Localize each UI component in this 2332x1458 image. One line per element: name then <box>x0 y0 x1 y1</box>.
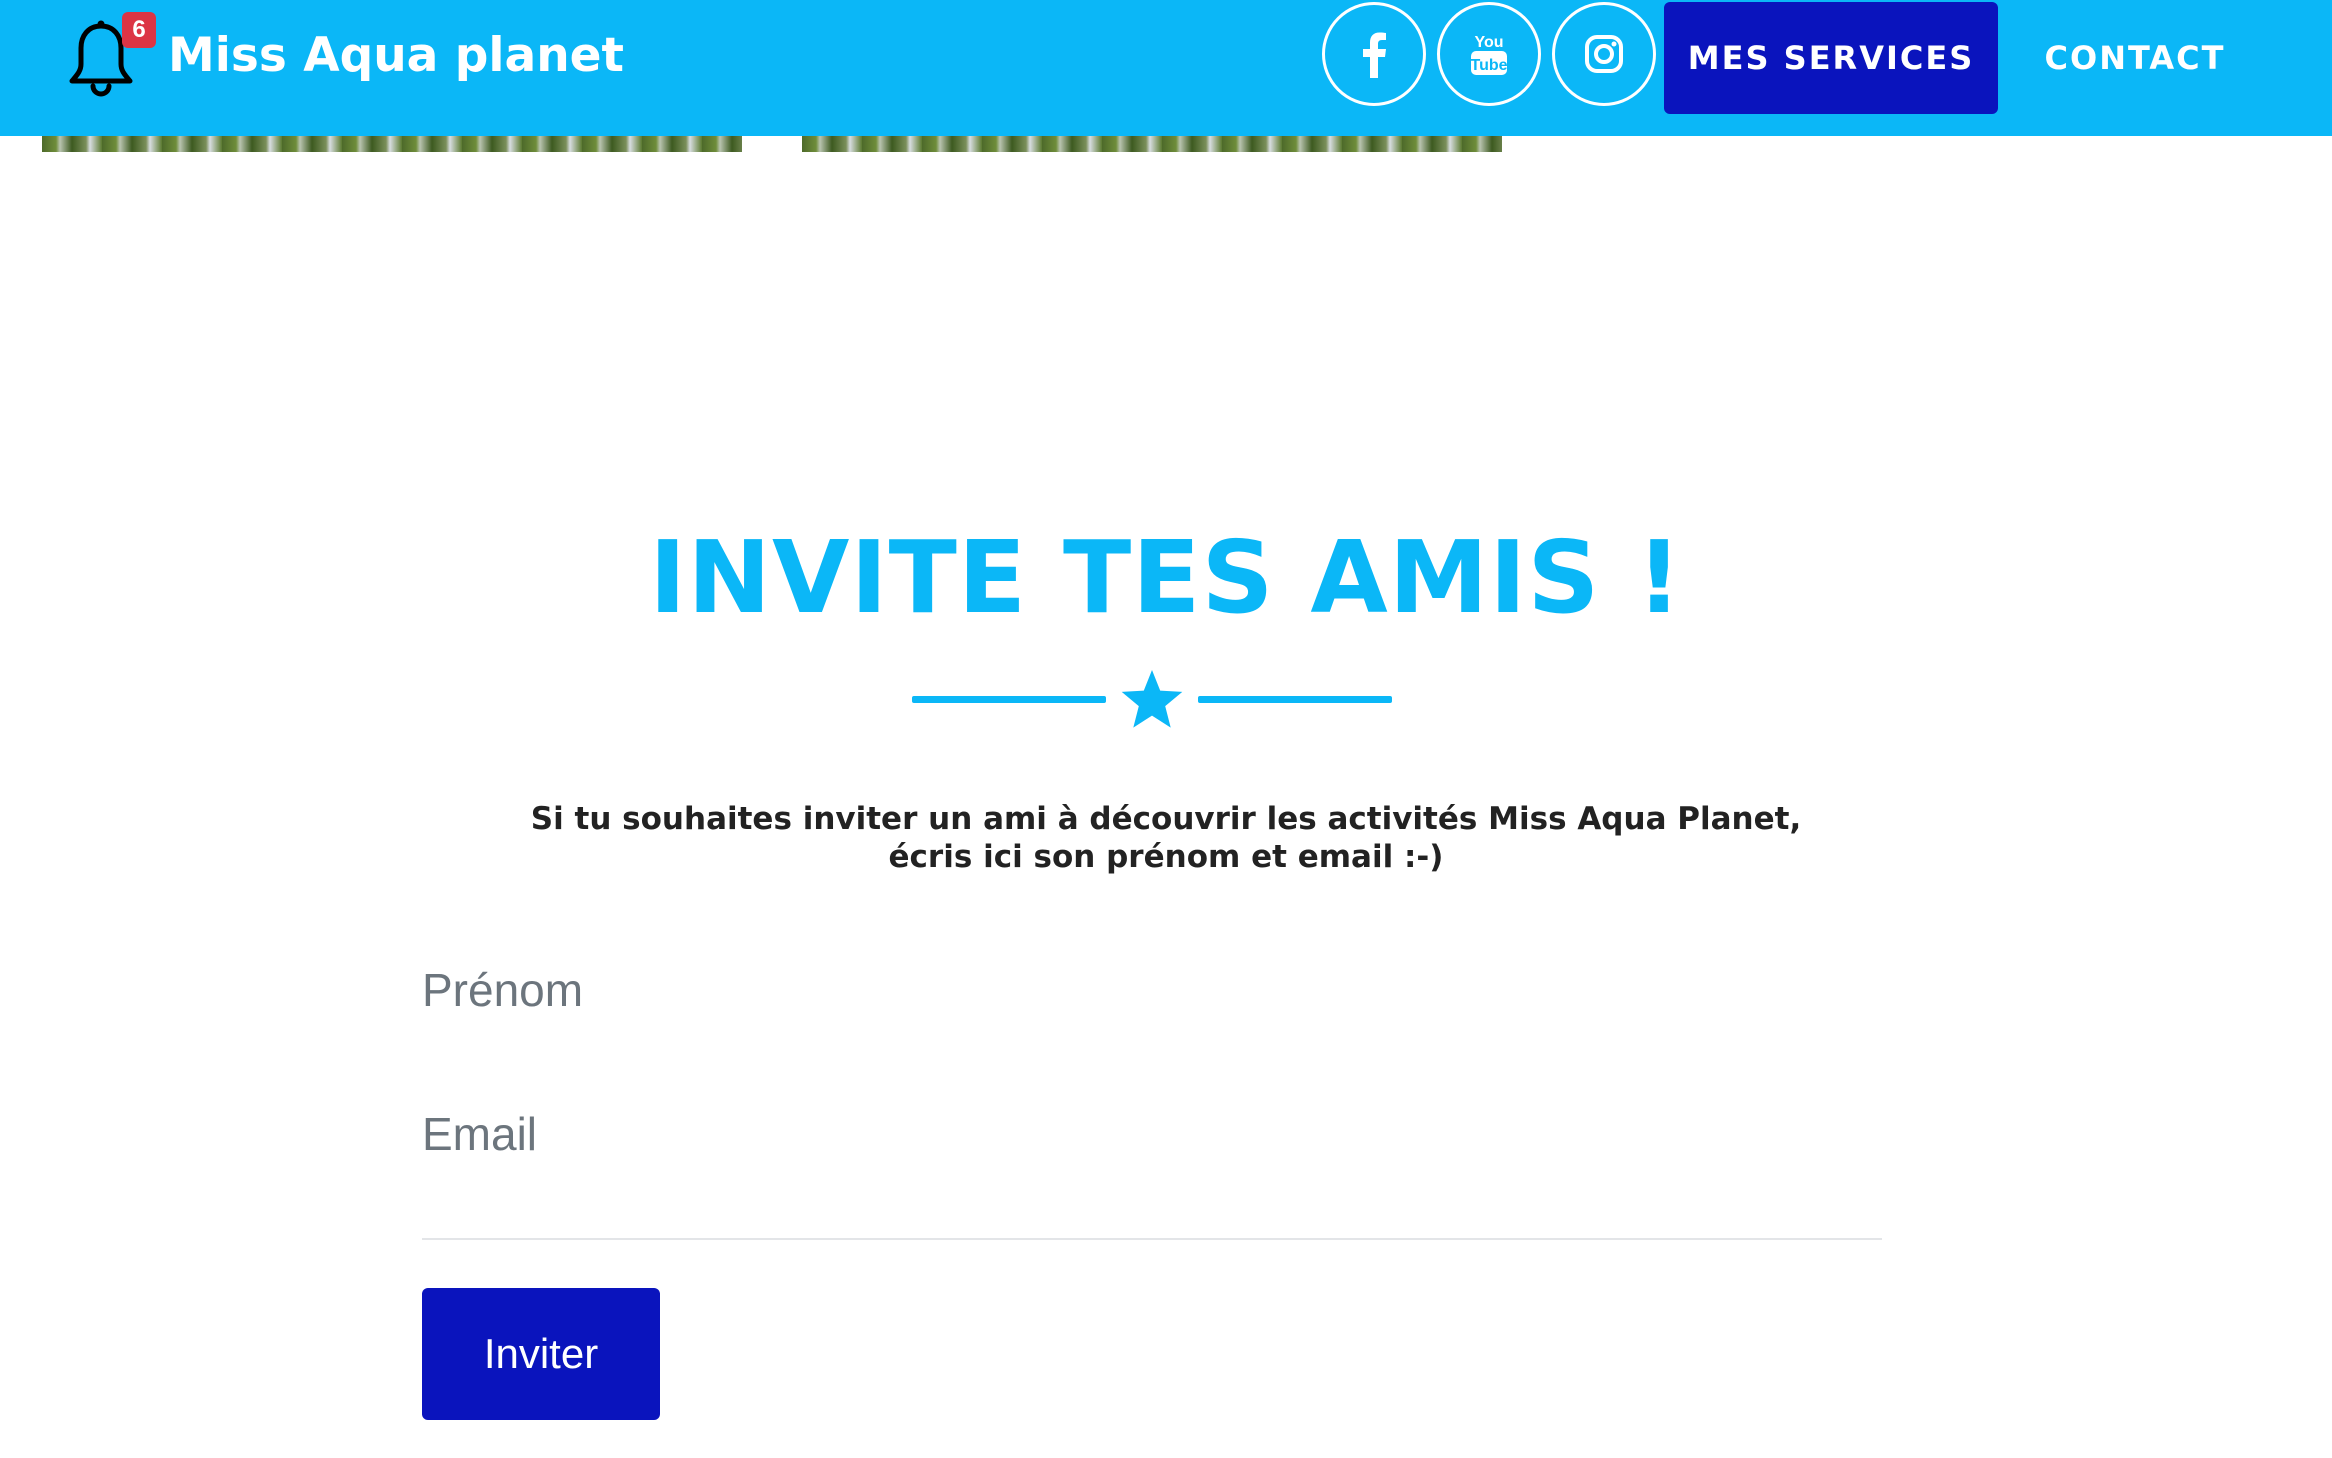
services-button[interactable]: MES SERVICES <box>1664 2 1998 114</box>
star-icon <box>1121 670 1183 728</box>
notification-badge: 6 <box>122 12 156 48</box>
contact-link[interactable]: CONTACT <box>2020 2 2250 114</box>
intro-line: écris ici son prénom et email :-) <box>888 839 1444 875</box>
instagram-icon <box>1585 35 1623 73</box>
youtube-link[interactable]: You Tube <box>1437 2 1541 106</box>
email-input[interactable] <box>422 1082 1882 1186</box>
facebook-link[interactable] <box>1322 2 1426 106</box>
notifications-button[interactable]: 6 <box>66 12 156 102</box>
divider-line <box>1198 696 1392 703</box>
navbar: 6 Miss Aqua planet You Tube MES SERVICES… <box>0 0 2332 136</box>
youtube-icon: You Tube <box>1470 34 1508 75</box>
section-intro: Si tu souhaites inviter un ami à découvr… <box>0 800 2332 876</box>
section-title: INVITE TES AMIS ! <box>649 519 1683 636</box>
svg-text:You: You <box>1474 34 1503 51</box>
site-brand[interactable]: Miss Aqua planet <box>168 26 624 86</box>
invite-button[interactable]: Inviter <box>422 1288 660 1420</box>
divider-line <box>912 696 1106 703</box>
svg-text:Tube: Tube <box>1470 57 1507 74</box>
intro-line: Si tu souhaites inviter un ami à découvr… <box>530 801 1802 837</box>
facebook-icon <box>1363 32 1386 78</box>
instagram-link[interactable] <box>1552 2 1656 106</box>
prenom-input[interactable] <box>422 938 1882 1042</box>
form-divider <box>422 1238 1882 1240</box>
